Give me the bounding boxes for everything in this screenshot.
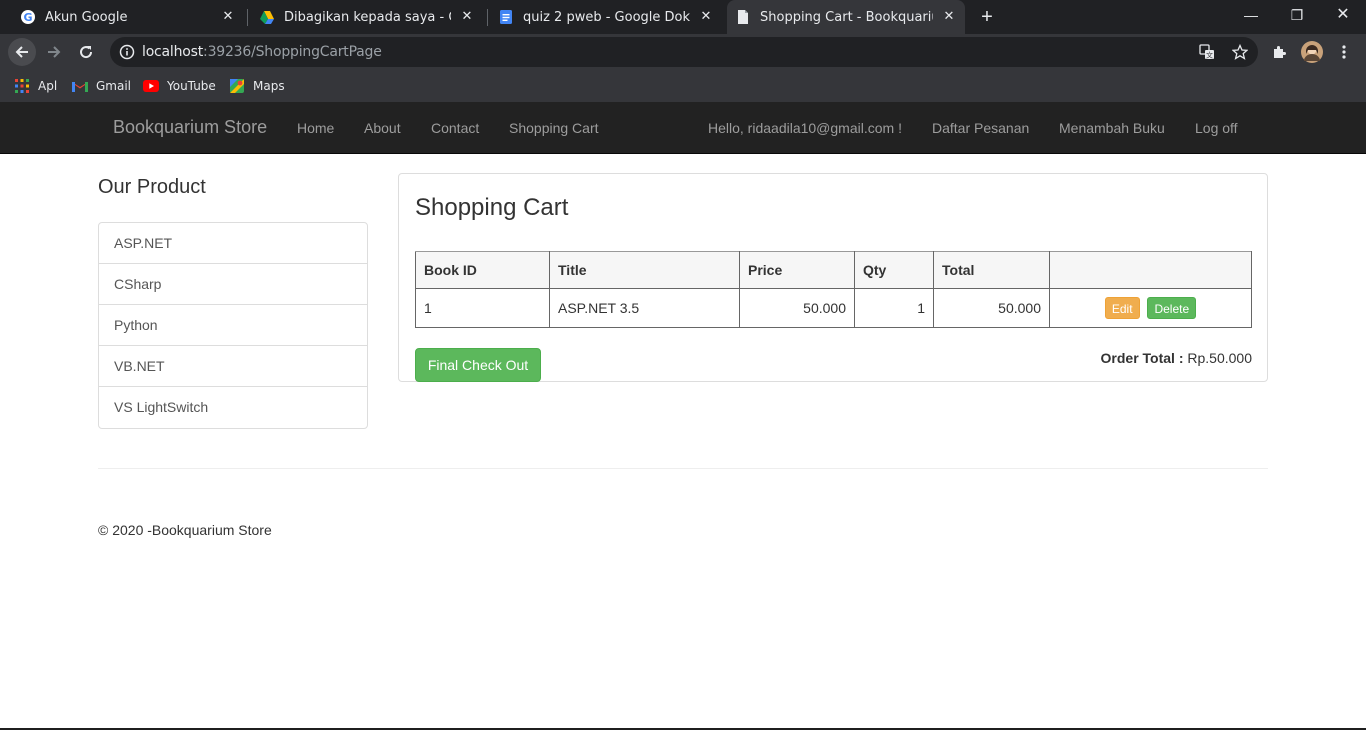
order-total: Order Total : Rp.50.000 [1101,350,1252,366]
google-icon: G [20,9,36,25]
browser-tab-drive[interactable]: Dibagikan kepada saya - Google ✕ [251,0,483,34]
tab-separator [247,9,248,26]
table-row: 1 ASP.NET 3.5 50.000 1 50.000 Edit Delet… [415,288,1252,328]
close-icon[interactable]: ✕ [941,9,957,25]
url-text: localhost:39236/ShoppingCartPage [142,44,382,60]
column-header: Title [549,251,740,289]
category-item-csharp[interactable]: CSharp [99,264,367,305]
url-path: :39236/ShoppingCartPage [203,44,382,60]
nav-shopping-cart[interactable]: Shopping Cart [509,120,599,136]
bookmark-gmail[interactable]: Gmail [72,76,131,96]
extensions-icon[interactable] [1265,38,1293,66]
close-icon[interactable]: ✕ [220,9,236,25]
arrow-right-icon [48,46,61,58]
browser-tab-docs[interactable]: quiz 2 pweb - Google Dokumen ✕ [490,0,722,34]
avatar[interactable] [1298,38,1326,66]
cell-book-id: 1 [415,288,550,328]
reload-button[interactable] [72,38,100,66]
web-page: Bookquarium Store Home About Contact Sho… [0,102,1366,730]
nav-about[interactable]: About [364,120,401,136]
close-icon[interactable]: ✕ [459,9,475,25]
reload-icon [80,46,93,59]
new-tab-button[interactable]: + [976,6,998,28]
order-total-label: Order Total : [1100,350,1184,366]
restore-icon[interactable]: ❐ [1274,0,1320,30]
apps-grid-icon [14,78,30,94]
google-docs-icon [498,9,514,25]
youtube-icon [143,78,159,94]
nav-daftar-pesanan[interactable]: Daftar Pesanan [932,120,1029,136]
page-title: Shopping Cart [415,194,569,221]
tab-title: quiz 2 pweb - Google Dokumen [523,9,690,25]
cart-table: Book ID Title Price Qty Total 1 ASP.NET … [415,251,1252,328]
category-item-vbnet[interactable]: VB.NET [99,346,367,387]
translate-icon[interactable]: 文 [1193,38,1221,66]
column-header: Total [933,251,1050,289]
shopping-cart-panel: Shopping Cart Book ID Title Price Qty To… [398,173,1268,382]
bookmark-label: Maps [253,79,285,93]
gmail-icon [72,78,88,94]
minimize-icon[interactable]: — [1228,0,1274,30]
product-category-list: ASP.NET CSharp Python VB.NET VS LightSwi… [98,222,368,429]
browser-tab-shopping-cart[interactable]: Shopping Cart - Bookquarium Sto ✕ [727,0,965,34]
back-button[interactable] [8,38,36,66]
nav-contact[interactable]: Contact [431,120,479,136]
cell-title: ASP.NET 3.5 [549,288,740,328]
nav-menambah-buku[interactable]: Menambah Buku [1059,120,1165,136]
browser-toolbar: localhost:39236/ShoppingCartPage 文 [0,34,1366,70]
nav-log-off[interactable]: Log off [1195,120,1238,136]
maps-icon [229,78,245,94]
bookmarks-bar: Apl Gmail YouTube Maps [0,70,1366,102]
nav-home[interactable]: Home [297,120,334,136]
bookmark-apps[interactable]: Apl [14,76,57,96]
svg-text:文: 文 [1206,51,1213,60]
bookmark-label: YouTube [167,79,216,93]
close-icon[interactable]: ✕ [698,9,714,25]
forward-button[interactable] [40,38,68,66]
svg-text:G: G [23,11,32,24]
site-brand[interactable]: Bookquarium Store [113,117,267,138]
footer-divider [98,468,1268,469]
bookmark-label: Gmail [96,79,132,93]
footer-text: © 2020 -Bookquarium Store [98,522,272,538]
column-header [1049,251,1252,289]
bookmark-label: Apl [38,79,58,93]
cell-actions: Edit Delete [1049,288,1252,328]
tab-title: Shopping Cart - Bookquarium Sto [760,9,933,25]
browser-tab-bar: G Akun Google ✕ Dibagikan kepada saya - … [0,0,1366,34]
cell-price: 50.000 [739,288,855,328]
site-navbar: Bookquarium Store Home About Contact Sho… [0,102,1366,154]
category-item-python[interactable]: Python [99,305,367,346]
window-close-icon[interactable]: ✕ [1320,0,1366,30]
nav-user-greeting[interactable]: Hello, ridaadila10@gmail.com ! [708,120,902,136]
info-icon[interactable] [119,44,135,60]
category-item-aspnet[interactable]: ASP.NET [99,223,367,264]
edit-button[interactable]: Edit [1104,297,1140,319]
star-icon[interactable] [1226,38,1254,66]
more-vert-icon[interactable] [1330,38,1358,66]
cell-total: 50.000 [933,288,1050,328]
column-header: Price [739,251,855,289]
cell-qty: 1 [854,288,934,328]
bookmark-youtube[interactable]: YouTube [143,76,216,96]
url-host: localhost [142,44,204,60]
order-total-value: Rp.50.000 [1187,350,1252,366]
arrow-left-icon [15,46,28,58]
tab-separator [487,9,488,26]
browser-tab-akun-google[interactable]: G Akun Google ✕ [12,0,244,34]
page-icon [735,9,751,25]
google-drive-icon [259,9,275,25]
delete-button[interactable]: Delete [1147,297,1197,319]
category-item-vs-lightswitch[interactable]: VS LightSwitch [99,387,367,428]
address-bar[interactable]: localhost:39236/ShoppingCartPage 文 [110,37,1258,67]
bookmark-maps[interactable]: Maps [229,76,285,96]
final-checkout-button[interactable]: Final Check Out [415,348,541,382]
table-header-row: Book ID Title Price Qty Total [415,251,1252,289]
tab-title: Dibagikan kepada saya - Google [284,9,451,25]
tab-title: Akun Google [45,9,128,25]
column-header: Qty [854,251,934,289]
column-header: Book ID [415,251,550,289]
sidebar-title: Our Product [98,176,206,198]
